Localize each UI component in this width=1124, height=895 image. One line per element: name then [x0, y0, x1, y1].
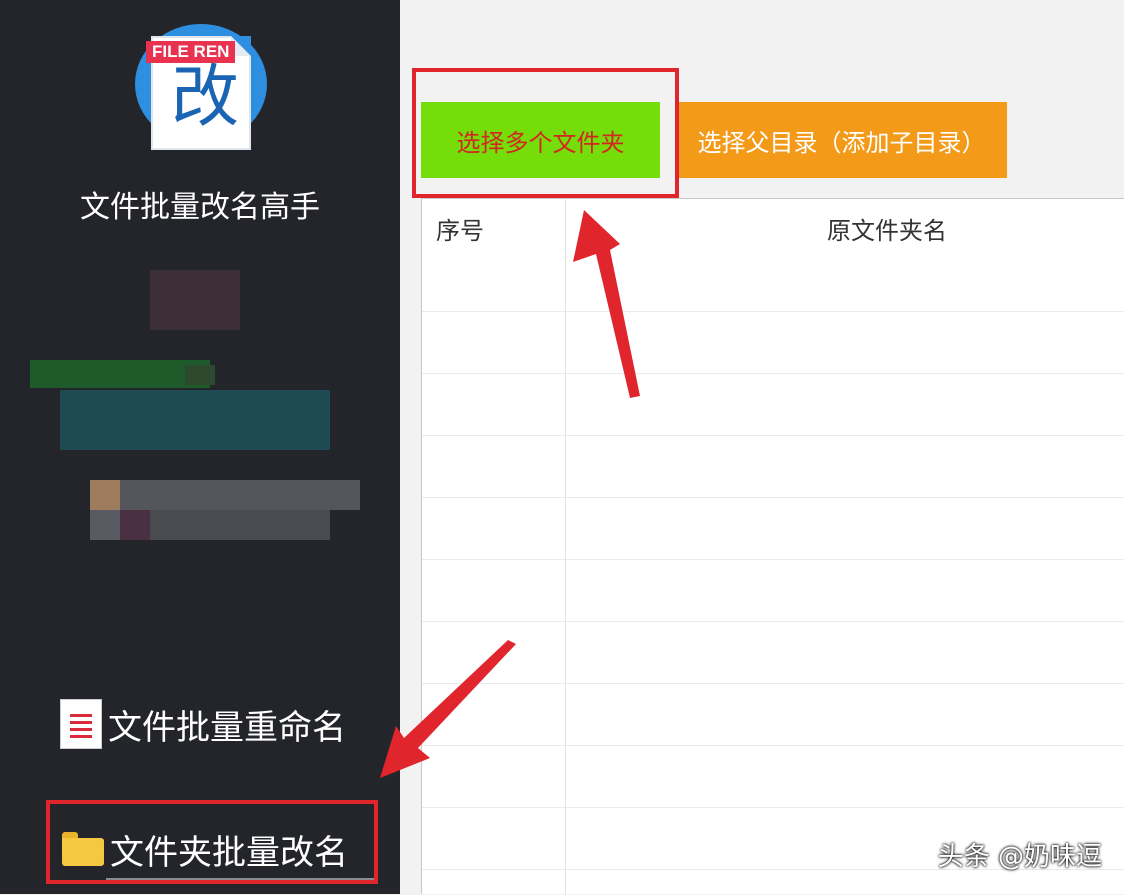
row-divider	[422, 807, 1124, 808]
document-icon	[60, 699, 102, 749]
watermark: 头条 @奶味逗	[937, 842, 1102, 872]
nav-file-batch-rename[interactable]: 文件批量重命名	[60, 699, 346, 749]
select-parent-directory-button[interactable]: 选择父目录（添加子目录）	[676, 102, 1007, 178]
column-header-index[interactable]: 序号	[436, 211, 484, 246]
row-divider	[422, 435, 1124, 436]
row-divider	[422, 559, 1124, 560]
nav-label: 文件批量重命名	[108, 707, 346, 748]
select-multiple-folders-button[interactable]: 选择多个文件夹	[421, 102, 660, 178]
row-divider	[422, 745, 1124, 746]
column-header-original-name[interactable]: 原文件夹名	[827, 211, 947, 246]
logo-character: 改	[170, 58, 239, 137]
nav-label: 文件夹批量改名	[110, 832, 348, 873]
row-divider	[422, 311, 1124, 312]
nav-folder-batch-rename[interactable]: 文件夹批量改名	[62, 825, 348, 873]
row-divider	[422, 621, 1124, 622]
column-divider	[565, 199, 566, 895]
folder-table[interactable]: 序号 原文件夹名	[421, 198, 1124, 895]
sidebar: FILE REN 改 文件批量改名高手 文件批量重命名 文件夹批量改名	[0, 0, 400, 894]
row-divider	[422, 497, 1124, 498]
active-underline	[106, 878, 376, 881]
row-divider	[422, 373, 1124, 374]
row-divider	[422, 683, 1124, 684]
app-name: 文件批量改名高手	[80, 190, 320, 225]
folder-icon	[62, 832, 104, 866]
